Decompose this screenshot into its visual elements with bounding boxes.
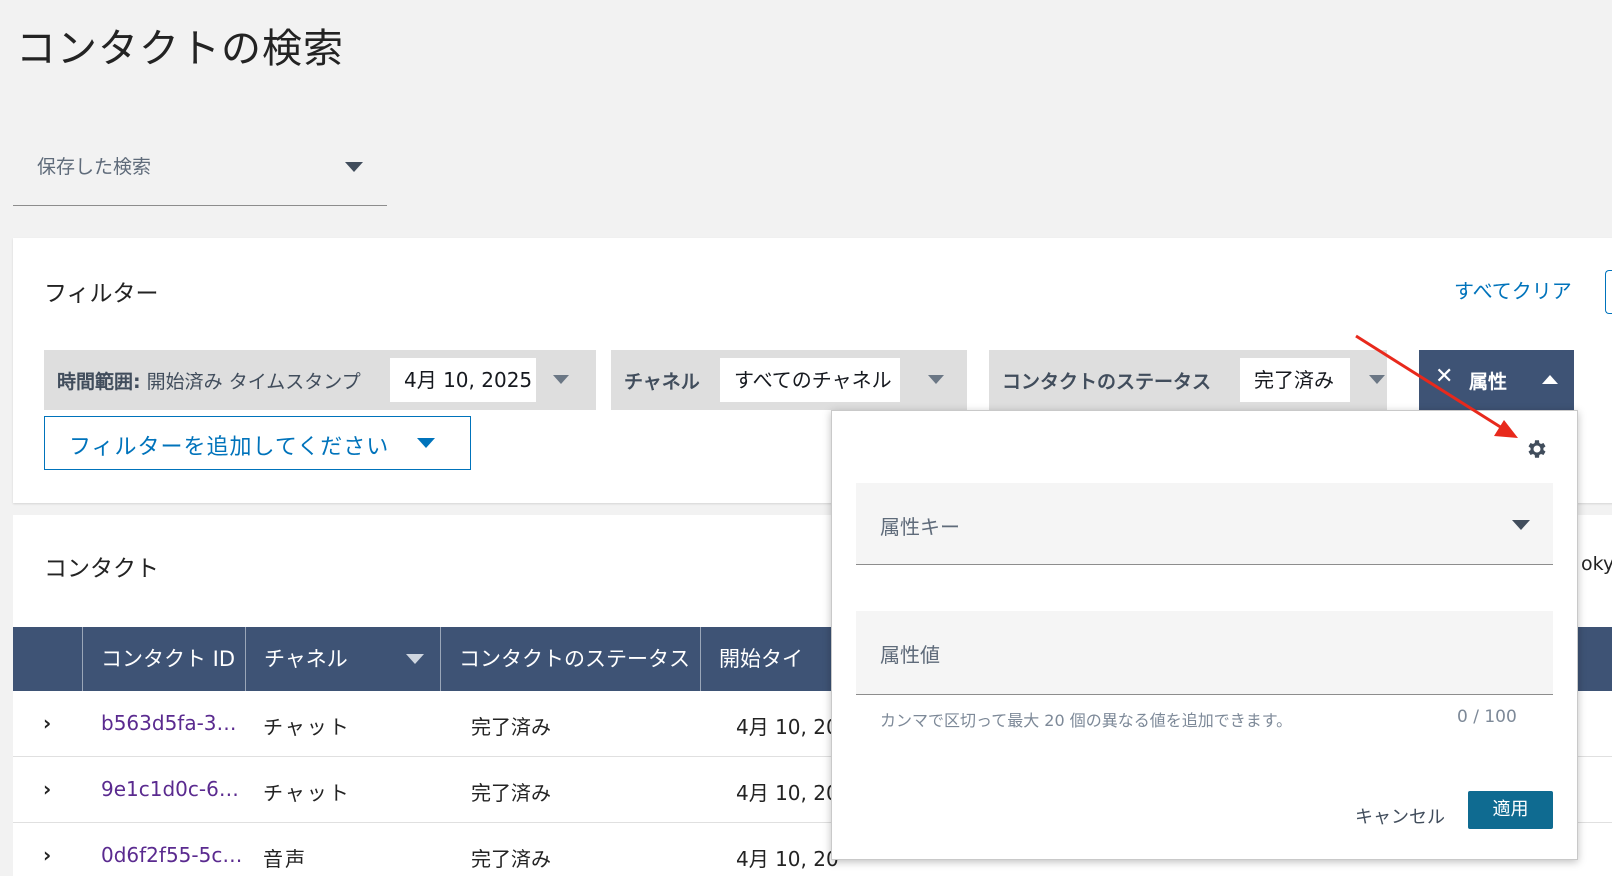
cancel-button[interactable]: キャンセル xyxy=(1355,803,1445,829)
filter-title: フィルター xyxy=(44,281,159,307)
page-title: コンタクトの検索 xyxy=(16,26,344,72)
contact-id-link[interactable]: b563d5fa-3… xyxy=(101,711,237,735)
timezone-text: okyo xyxy=(1581,553,1612,575)
time-range-value[interactable]: 4月 10, 2025 xyxy=(390,358,536,402)
start-time-cell: 4月 10, 20 xyxy=(736,847,839,871)
filter-chip-attribute[interactable]: ✕ 属性 xyxy=(1419,350,1574,410)
chevron-down-icon[interactable] xyxy=(928,375,944,384)
chevron-down-icon[interactable] xyxy=(1369,375,1385,384)
column-header-channel[interactable]: チャネル xyxy=(245,627,440,691)
close-icon[interactable]: ✕ xyxy=(1435,364,1453,389)
channel-cell: 音声 xyxy=(263,847,307,871)
sort-icon[interactable] xyxy=(406,654,424,664)
attribute-value-input[interactable]: 属性値 xyxy=(856,611,1553,695)
gear-icon[interactable] xyxy=(1525,437,1549,461)
column-header-contact-status[interactable]: コンタクトのステータス xyxy=(440,627,700,691)
add-filter-button[interactable]: フィルターを追加してください xyxy=(44,416,471,470)
contact-id-link[interactable]: 9e1c1d0c-6… xyxy=(101,777,239,801)
chevron-down-icon xyxy=(417,438,435,448)
status-label: コンタクトのステータス xyxy=(1002,371,1212,393)
clear-all-link[interactable]: すべてクリア xyxy=(1454,275,1572,304)
contacts-title: コンタクト xyxy=(44,556,159,582)
saved-search-select[interactable]: 保存した検索 xyxy=(13,130,387,206)
attribute-value-label: 属性値 xyxy=(880,643,940,667)
character-counter: 0 / 100 xyxy=(1457,707,1517,727)
chevron-up-icon[interactable] xyxy=(1542,375,1558,384)
saved-search-label: 保存した検索 xyxy=(37,156,152,178)
contact-id-link[interactable]: 0d6f2f55-5c… xyxy=(101,843,242,867)
channel-value[interactable]: すべてのチャネル xyxy=(720,358,900,402)
attribute-key-select[interactable]: 属性キー xyxy=(856,483,1553,565)
chevron-down-icon[interactable] xyxy=(553,375,569,384)
channel-cell: チャット xyxy=(263,715,351,739)
helper-text: カンマで区切って最大 20 個の異なる値を追加できます。 xyxy=(880,711,1293,730)
add-filter-label: フィルターを追加してください xyxy=(69,435,390,460)
status-cell: 完了済み xyxy=(471,715,551,739)
status-cell: 完了済み xyxy=(471,847,551,871)
attribute-label: 属性 xyxy=(1469,371,1508,393)
chevron-down-icon xyxy=(345,162,363,172)
status-value[interactable]: 完了済み xyxy=(1240,358,1350,402)
expand-row-icon[interactable]: › xyxy=(43,777,51,801)
filter-chip-contact-status[interactable]: コンタクトのステータス 完了済み xyxy=(989,350,1387,410)
start-time-cell: 4月 10, 20 xyxy=(736,781,839,805)
attribute-filter-popover: 属性キー 属性値 カンマで区切って最大 20 個の異なる値を追加できます。 0 … xyxy=(831,410,1578,860)
filter-chip-time-range[interactable]: 時間範囲: 開始済み タイムスタンプ 4月 10, 2025 xyxy=(44,350,596,410)
channel-cell: チャット xyxy=(263,781,351,805)
time-range-label: 時間範囲: 開始済み タイムスタンプ xyxy=(57,371,361,393)
search-button-edge[interactable] xyxy=(1605,270,1612,314)
attribute-key-label: 属性キー xyxy=(880,515,960,539)
start-time-cell: 4月 10, 20 xyxy=(736,715,839,739)
column-header-contact-id[interactable]: コンタクト ID xyxy=(82,627,245,691)
apply-button[interactable]: 適用 xyxy=(1468,791,1553,829)
channel-label: チャネル xyxy=(624,371,700,393)
column-header-channel-label: チャネル xyxy=(264,647,348,671)
status-cell: 完了済み xyxy=(471,781,551,805)
expand-row-icon[interactable]: › xyxy=(43,843,51,867)
expand-row-icon[interactable]: › xyxy=(43,711,51,735)
filter-chip-channel[interactable]: チャネル すべてのチャネル xyxy=(611,350,967,410)
chevron-down-icon xyxy=(1512,520,1530,530)
